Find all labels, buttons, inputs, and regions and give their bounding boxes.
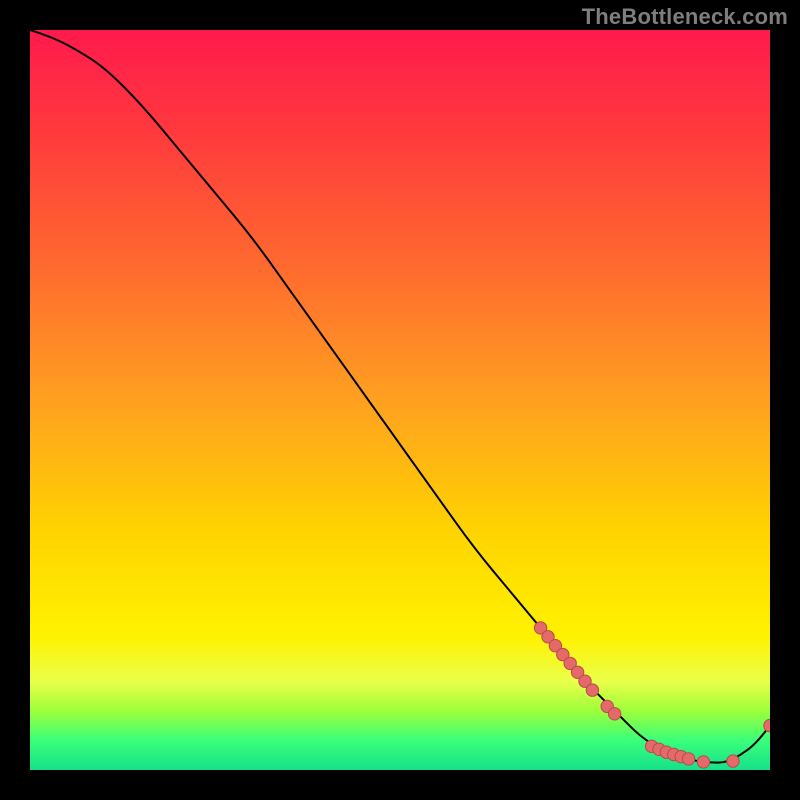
watermark-text: TheBottleneck.com <box>582 6 788 28</box>
data-marker <box>682 753 694 765</box>
plot-area <box>30 30 770 770</box>
data-marker <box>727 755 739 767</box>
data-marker <box>608 708 620 720</box>
data-marker <box>764 719 770 731</box>
chart-stage: TheBottleneck.com <box>0 0 800 800</box>
data-marker <box>697 756 709 768</box>
chart-svg <box>30 30 770 770</box>
data-marker <box>586 684 598 696</box>
curve-line <box>30 30 770 763</box>
data-markers <box>534 622 770 768</box>
